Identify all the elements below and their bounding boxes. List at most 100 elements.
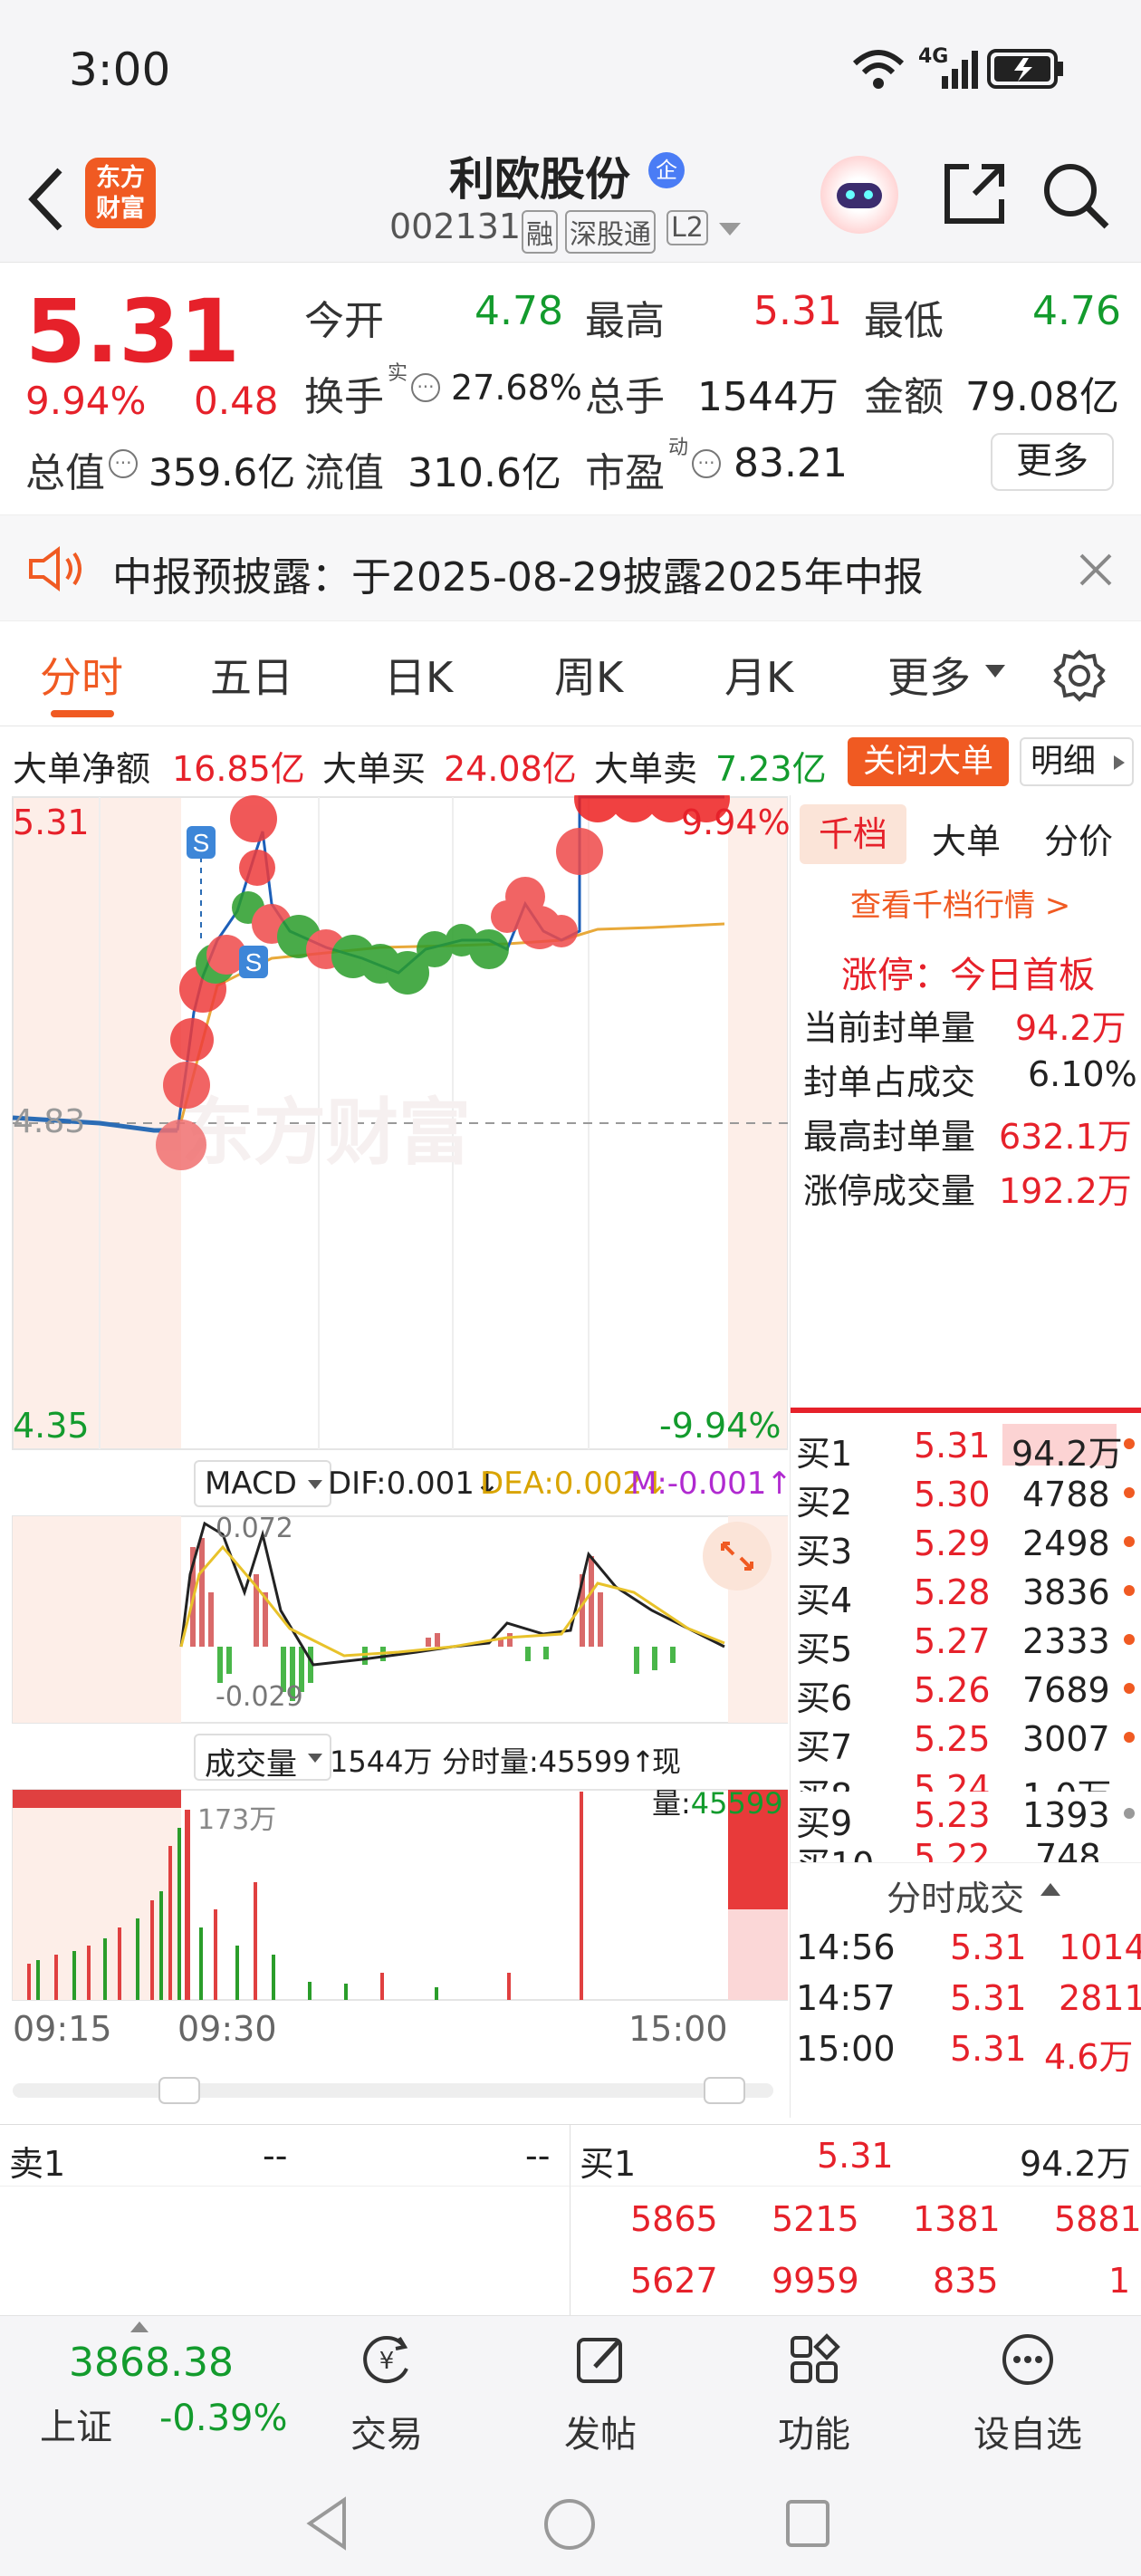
more-button[interactable]: 更多 [991, 433, 1114, 491]
bid-price: 5.26 [914, 1670, 991, 1710]
view-link[interactable]: 查看千档行情 > [850, 880, 1070, 925]
dif-value: DIF:0.001↓ [328, 1466, 500, 1502]
stat-key: 最高封单量 [803, 1117, 976, 1157]
chevron-down-icon [985, 665, 1005, 678]
pe-value: 83.21 [734, 440, 848, 486]
tab-big-order[interactable]: 大单 [932, 813, 1001, 863]
share-icon[interactable] [942, 161, 1007, 226]
queue-item: 835 [933, 2261, 999, 2301]
bid-volume: 94.2万 [1012, 1434, 1123, 1474]
notice-bar[interactable]: 中报预披露：于2025-08-29披露2025年中报 [0, 514, 1141, 621]
bid-dot [1124, 1536, 1135, 1547]
info-icon[interactable]: ··· [411, 373, 440, 402]
stat-value: 94.2万 [1015, 1008, 1127, 1048]
logo-line-2: 财富 [96, 195, 145, 223]
tab-weekly-k[interactable]: 周K [554, 645, 623, 705]
bottom-nav: 3868.38 上证 -0.39% ¥ 交易 发帖 功能 设自选 [0, 2315, 1141, 2456]
bid-volume: 2498 [1022, 1523, 1110, 1563]
pe-label: 市盈 [585, 450, 665, 496]
status-bar: 3:00 4G [0, 0, 1141, 136]
detail-button[interactable]: 明细 [1020, 737, 1134, 786]
net-label: 大单净额 [13, 749, 151, 789]
low-value: 4.76 [1032, 288, 1121, 334]
buy1-label: 买1 [580, 2144, 637, 2184]
macd-top-label: 0.072 [216, 1513, 293, 1544]
price-bottom-label: 4.35 [13, 1406, 90, 1446]
up-arrow-icon: ↑ [766, 1466, 792, 1502]
stat-value: 6.10% [1028, 1054, 1137, 1094]
bid-level: 买6 [796, 1678, 853, 1718]
intraday-chart[interactable]: 东方财富 S S 5.31 4.83 4.35 9.94% -9.94% MAC… [0, 795, 792, 2109]
change-pct: 9.94% [25, 379, 147, 423]
float-value: 310.6亿 [408, 450, 561, 496]
nav-post[interactable]: 发帖 [532, 2316, 668, 2456]
turnover-value: 27.68% [451, 368, 582, 408]
nav-function[interactable]: 功能 [746, 2316, 882, 2456]
back-triangle-icon[interactable] [304, 2496, 350, 2551]
tab-intraday[interactable]: 分时 [40, 645, 123, 705]
tag-margin: 融 [522, 210, 558, 254]
recent-apps-icon[interactable] [784, 2498, 831, 2549]
stat-key: 涨停成交量 [803, 1171, 976, 1211]
system-nav-bar [0, 2451, 1141, 2576]
bid-price: 5.27 [914, 1621, 991, 1661]
bid-list[interactable]: 买1 5.31 94.2万 买2 5.30 4788 买3 5.29 2498 买4 5.28… [791, 1420, 1141, 1792]
stock-name[interactable]: 利欧股份 [449, 143, 630, 208]
trade-icon: ¥ [363, 2336, 408, 2384]
queue-item: 1381 [913, 2199, 1001, 2239]
dropdown-icon[interactable] [719, 223, 741, 237]
expand-button[interactable] [703, 1522, 772, 1591]
macd-selector[interactable]: MACD [194, 1460, 331, 1507]
bid-dot [1124, 1585, 1135, 1596]
tab-daily-k[interactable]: 日K [384, 645, 453, 705]
volume-time: 分时量:45599↑ [442, 1739, 655, 1781]
chevron-down-icon [308, 1754, 322, 1763]
sell-marker-label: S [245, 948, 263, 976]
nav-function-label: 功能 [778, 2414, 850, 2456]
index-value: 3868.38 [69, 2340, 234, 2386]
bid-volume: 3836 [1022, 1572, 1110, 1612]
current-price: 5.31 [25, 281, 240, 382]
dea-text: DEA:0.002 [480, 1466, 643, 1502]
bid-volume: 2333 [1022, 1621, 1110, 1661]
info-icon[interactable]: ··· [109, 449, 138, 478]
trade-time: 14:57 [796, 1978, 896, 2018]
tab-more[interactable]: 更多 [887, 645, 971, 705]
app-logo: 东方 财富 [85, 158, 156, 228]
close-big-order-button[interactable]: 关闭大单 [848, 737, 1009, 786]
tab-monthly-k[interactable]: 月K [724, 645, 793, 705]
close-icon[interactable] [1078, 552, 1114, 588]
tab-thousand-level[interactable]: 千档 [800, 804, 906, 864]
stock-code: 002131 [389, 207, 522, 246]
bid-volume: 7689 [1022, 1670, 1110, 1710]
ai-assistant-icon[interactable] [820, 156, 898, 234]
index-ticker[interactable]: 3868.38 上证 -0.39% [0, 2316, 299, 2452]
time-open: 09:30 [177, 2009, 277, 2049]
bid-level: 买3 [796, 1532, 853, 1572]
bid-volume: 1393 [1022, 1795, 1110, 1835]
search-icon[interactable] [1041, 161, 1110, 230]
bid-volume: 4788 [1022, 1475, 1110, 1514]
nav-trade[interactable]: ¥ 交易 [319, 2316, 455, 2456]
trade-volume: 2811 [1059, 1978, 1141, 2018]
dif-text: DIF:0.001 [328, 1466, 475, 1502]
back-icon[interactable] [25, 165, 65, 234]
tab-price-dist[interactable]: 分价 [1044, 813, 1113, 863]
nav-post-label: 发帖 [564, 2414, 637, 2456]
pct-bottom-label: -9.94% [659, 1406, 781, 1446]
trades-header[interactable]: 分时成交 [791, 1862, 1141, 1918]
gear-icon[interactable] [1052, 649, 1107, 703]
tag-l2: L2 [666, 210, 708, 245]
bid-level: 买7 [796, 1727, 853, 1767]
pe-sup: 动 [668, 437, 689, 459]
volume-max-label: 173万 [197, 1804, 277, 1836]
tab-five-day[interactable]: 五日 [210, 645, 293, 705]
info-icon[interactable]: ··· [692, 449, 721, 478]
home-circle-icon[interactable] [542, 2496, 598, 2552]
volume-selector[interactable]: 成交量 [194, 1734, 331, 1783]
nav-watchlist[interactable]: 设自选 [960, 2316, 1096, 2456]
bid-price: 5.25 [914, 1719, 991, 1759]
bid-dot [1124, 1487, 1135, 1498]
queue-item: 5627 [630, 2261, 718, 2301]
svg-text:¥: ¥ [379, 2348, 395, 2375]
